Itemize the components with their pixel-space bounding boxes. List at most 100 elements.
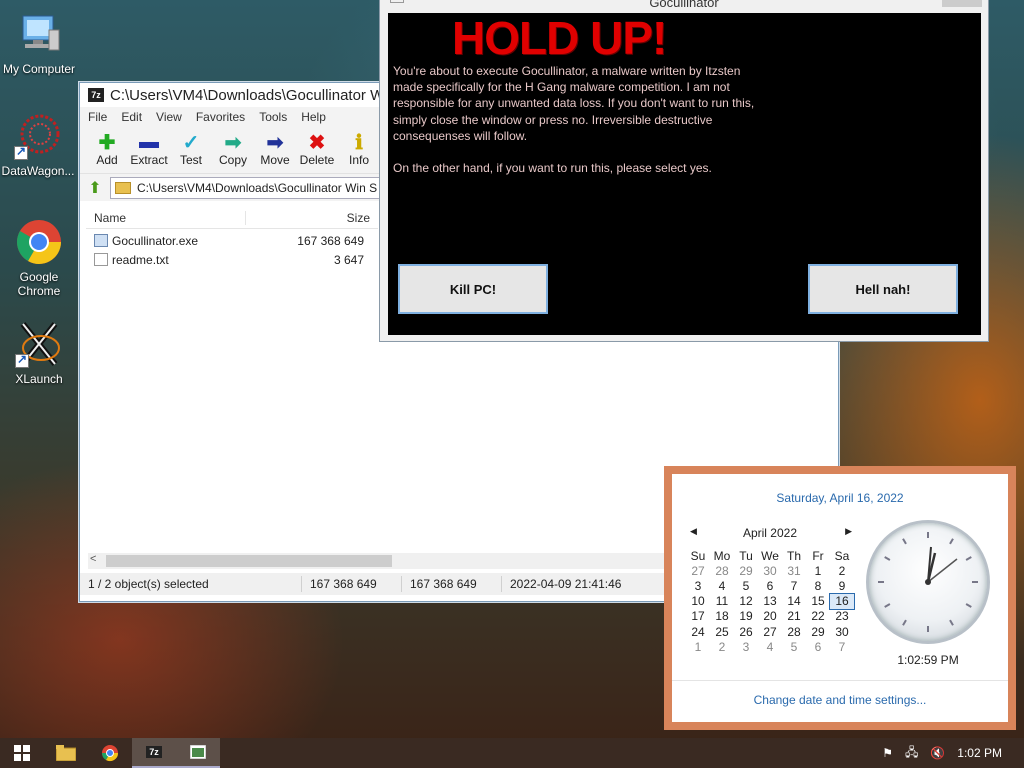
hell-nah-button[interactable]: Hell nah! — [808, 264, 958, 314]
calendar-day[interactable]: 16 — [829, 592, 855, 610]
calendar-day[interactable]: 15 — [806, 594, 830, 609]
column-header-size[interactable]: Size — [246, 211, 378, 225]
calendar-day[interactable]: 1 — [806, 563, 830, 578]
calendar-day[interactable]: 5 — [734, 578, 758, 593]
delete-icon: ✖ — [308, 131, 326, 154]
taskbar-chrome[interactable] — [88, 738, 132, 768]
month-label[interactable]: April 2022 — [690, 526, 850, 540]
taskbar-file-explorer[interactable] — [44, 738, 88, 768]
extract-button[interactable]: ▬ Extract — [128, 131, 170, 168]
desktop-icon-xlaunch[interactable]: XLaunch — [1, 320, 77, 386]
menu-favorites[interactable]: Favorites — [196, 110, 245, 124]
change-date-time-settings-link[interactable]: Change date and time settings... — [672, 693, 1008, 707]
network-icon[interactable]: 🖧 — [905, 743, 918, 764]
desktop-icon-label: DataWagon... — [1, 164, 75, 178]
calendar-day[interactable]: 30 — [830, 624, 854, 639]
column-header-name[interactable]: Name — [86, 210, 246, 225]
desktop-icon-label: Google Chrome — [17, 270, 61, 298]
info-button[interactable]: ℹ Info — [338, 131, 380, 168]
sevenzip-logo-icon: 7z — [146, 746, 162, 758]
calendar-day[interactable]: 12 — [734, 594, 758, 609]
calendar-day[interactable]: 22 — [806, 609, 830, 624]
calendar-day[interactable]: 4 — [710, 578, 734, 593]
up-folder-icon[interactable]: ⬆ — [86, 179, 104, 197]
calendar-day[interactable]: 17 — [686, 609, 710, 624]
menu-file[interactable]: File — [88, 110, 107, 124]
calendar-day[interactable]: 19 — [734, 609, 758, 624]
warning-headline: HOLD UP! — [452, 12, 667, 64]
move-button[interactable]: ➡ Move — [254, 131, 296, 168]
calendar-day[interactable]: 29 — [806, 624, 830, 639]
delete-button[interactable]: ✖ Delete — [296, 131, 338, 168]
date-time-flyout: Saturday, April 16, 2022 ◀ April 2022 ▶ … — [664, 466, 1016, 730]
desktop-icon-my-computer[interactable]: My Computer — [1, 10, 77, 76]
calendar-day[interactable]: 7 — [782, 578, 806, 593]
calendar-day[interactable]: 28 — [782, 624, 806, 639]
start-button[interactable] — [0, 738, 44, 768]
menu-view[interactable]: View — [156, 110, 182, 124]
gocullinator-title: Gocullinator — [649, 0, 719, 10]
status-modified: 2022-04-09 21:41:46 — [510, 577, 622, 591]
calendar-day[interactable]: 26 — [734, 624, 758, 639]
calendar-day[interactable]: 7 — [830, 639, 854, 654]
calendar-day[interactable]: 31 — [782, 563, 806, 578]
desktop-icon-chrome[interactable]: Google Chrome — [1, 218, 77, 298]
calendar-day[interactable]: 10 — [686, 594, 710, 609]
exe-file-icon — [94, 234, 108, 247]
calendar-day[interactable]: 9 — [830, 578, 854, 593]
close-button[interactable] — [942, 0, 982, 7]
calendar-day[interactable]: 14 — [782, 594, 806, 609]
file-row[interactable]: Gocullinator.exe 167 368 649 — [86, 231, 378, 250]
current-date-header[interactable]: Saturday, April 16, 2022 — [672, 491, 1008, 505]
calendar-day[interactable]: 2 — [830, 563, 854, 578]
computer-icon — [15, 10, 63, 58]
menu-edit[interactable]: Edit — [121, 110, 142, 124]
calendar-day[interactable]: 28 — [710, 563, 734, 578]
menu-help[interactable]: Help — [301, 110, 326, 124]
calendar-day[interactable]: 6 — [758, 578, 782, 593]
calendar-day[interactable]: 25 — [710, 624, 734, 639]
calendar-day[interactable]: 13 — [758, 594, 782, 609]
move-icon: ➡ — [266, 131, 284, 154]
weekday-header: Fr — [812, 548, 824, 563]
calendar-day[interactable]: 1 — [686, 639, 710, 654]
calendar-day[interactable]: 3 — [686, 578, 710, 593]
file-row[interactable]: readme.txt 3 647 — [86, 250, 378, 269]
menu-tools[interactable]: Tools — [259, 110, 287, 124]
calendar-day[interactable]: 24 — [686, 624, 710, 639]
weekday-header: We — [761, 548, 779, 563]
calendar-day[interactable]: 4 — [758, 639, 782, 654]
calendar-grid: Su Mo Tu We Th Fr Sa 27 28 29 30 31 1 2 3 4 5 6 7 8 9 10 11 12… — [686, 548, 858, 654]
test-button[interactable]: ✓ Test — [170, 131, 212, 168]
calendar-day[interactable]: 29 — [734, 563, 758, 578]
scroll-left-icon[interactable]: < — [90, 553, 96, 565]
add-button[interactable]: ✚ Add — [86, 131, 128, 168]
desktop-icon-datawagon[interactable]: DataWagon... — [0, 112, 76, 178]
calendar-day[interactable]: 27 — [686, 563, 710, 578]
calendar-day[interactable]: 11 — [710, 594, 734, 609]
calendar-day[interactable]: 20 — [758, 609, 782, 624]
scrollbar-thumb[interactable] — [106, 555, 392, 567]
calendar-day[interactable]: 30 — [758, 563, 782, 578]
action-center-flag-icon[interactable]: ⚑ — [882, 746, 893, 760]
calendar-day[interactable]: 8 — [806, 578, 830, 593]
next-month-icon[interactable]: ▶ — [845, 526, 852, 537]
calendar-day[interactable]: 23 — [830, 609, 854, 624]
calendar-day[interactable]: 6 — [806, 639, 830, 654]
calendar-day[interactable]: 21 — [782, 609, 806, 624]
copy-button[interactable]: ➡ Copy — [212, 131, 254, 168]
window-menu-icon[interactable] — [390, 0, 404, 3]
calendar-day[interactable]: 27 — [758, 624, 782, 639]
volume-muted-icon[interactable]: 🔇 — [930, 746, 945, 760]
status-packed-size: 167 368 649 — [402, 576, 502, 592]
gocullinator-window: Gocullinator HOLD UP! You're about to ex… — [379, 0, 989, 342]
calendar-day[interactable]: 3 — [734, 639, 758, 654]
taskbar-7zip[interactable]: 7z — [132, 738, 176, 768]
taskbar-clock[interactable]: 1:02 PM — [957, 746, 1002, 760]
calendar-day[interactable]: 18 — [710, 609, 734, 624]
kill-pc-button[interactable]: Kill PC! — [398, 264, 548, 314]
analog-clock — [866, 520, 990, 644]
calendar-day[interactable]: 5 — [782, 639, 806, 654]
taskbar-gocullinator[interactable] — [176, 738, 220, 768]
calendar-day[interactable]: 2 — [710, 639, 734, 654]
